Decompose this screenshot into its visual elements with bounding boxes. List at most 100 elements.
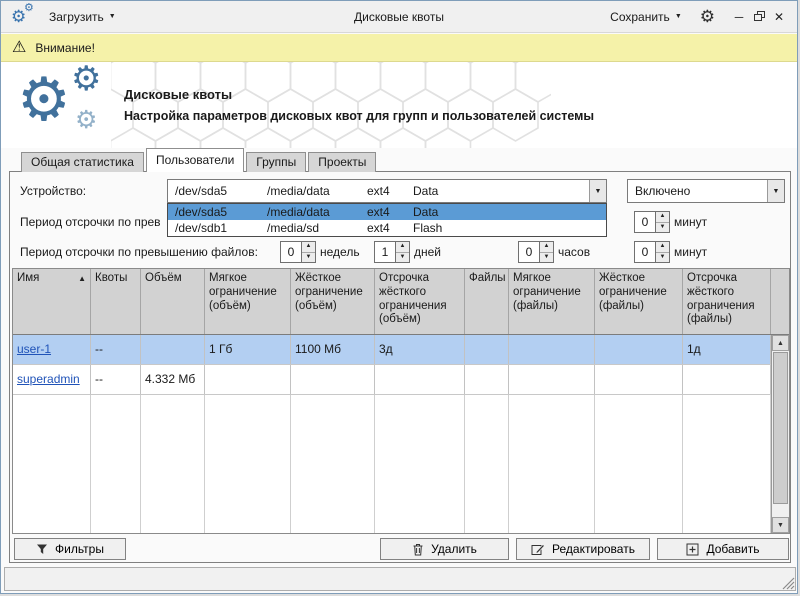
resize-grip[interactable] [781, 576, 795, 590]
cell-files [465, 335, 509, 364]
save-menu-label: Сохранить [610, 10, 670, 24]
column-header-quotas[interactable]: Квоты [91, 269, 141, 334]
cell-hard-files [595, 335, 683, 364]
restore-icon [754, 11, 765, 22]
cell-hard-files [595, 365, 683, 394]
spinner-up-icon[interactable]: ▲ [656, 212, 669, 223]
filters-button[interactable]: Фильтры [14, 538, 126, 560]
spinner-down-icon[interactable]: ▼ [540, 253, 553, 263]
app-window: ⚙ ⚙ Загрузить ▼ Дисковые квоты Сохранить… [0, 0, 798, 594]
hexagon-pattern [111, 62, 551, 148]
spinner-down-icon[interactable]: ▼ [396, 253, 409, 263]
spinner-down-icon[interactable]: ▼ [656, 253, 669, 263]
scrollbar-thumb[interactable] [773, 352, 788, 504]
column-header-files[interactable]: Файлы [465, 269, 509, 334]
scroll-up-icon[interactable]: ▲ [772, 335, 789, 351]
filter-icon [36, 543, 48, 555]
delete-button[interactable]: Удалить [380, 538, 509, 560]
cell-quotas: -- [91, 335, 141, 364]
tab-projects[interactable]: Проекты [308, 152, 376, 172]
grace-files-days-spinner[interactable]: 1 ▲ ▼ [374, 241, 410, 263]
empty-table-area [13, 395, 771, 533]
load-menu-button[interactable]: Загрузить ▼ [43, 6, 122, 28]
cell-soft-files [509, 365, 595, 394]
cell-hard-volume [291, 365, 375, 394]
spinner-down-icon[interactable]: ▼ [302, 253, 315, 263]
warning-text: Внимание! [35, 41, 95, 55]
quota-table: Имя ▲ Квоты Объём Мягкое ограничение (об… [12, 268, 790, 534]
spinner-value[interactable]: 0 [634, 241, 656, 263]
warning-banner: ⚠ Внимание! [1, 34, 797, 62]
device-dropdown-list: /dev/sda5 /media/data ext4 Data /dev/sdb… [167, 203, 607, 237]
device-mount: /media/data [267, 184, 367, 198]
spinner-up-icon[interactable]: ▲ [302, 242, 315, 253]
edit-button[interactable]: Редактировать [516, 538, 650, 560]
column-header-soft-volume[interactable]: Мягкое ограничение (объём) [205, 269, 291, 334]
spinner-value[interactable]: 0 [518, 241, 540, 263]
spinner-up-icon[interactable]: ▲ [540, 242, 553, 253]
cell-soft-files [509, 335, 595, 364]
grace-files-hours-spinner[interactable]: 0 ▲ ▼ [518, 241, 554, 263]
gear-icon: ⚙ [17, 70, 71, 130]
spinner-value[interactable]: 1 [374, 241, 396, 263]
gear-icon: ⚙ [71, 62, 101, 96]
combo-arrow-icon[interactable]: ▼ [589, 180, 606, 202]
status-value: Включено [628, 184, 767, 198]
spinner-value[interactable]: 0 [280, 241, 302, 263]
spinner-up-icon[interactable]: ▲ [656, 242, 669, 253]
status-bar [4, 567, 796, 591]
hours-unit-label: часов [558, 245, 590, 259]
dropdown-option-sda5[interactable]: /dev/sda5 /media/data ext4 Data [168, 204, 606, 220]
close-button[interactable]: ✕ [769, 7, 789, 27]
column-header-grace-files[interactable]: Отсрочка жёсткого ограничения (файлы) [683, 269, 771, 334]
save-menu-button[interactable]: Сохранить ▼ [604, 6, 688, 28]
cell-soft-volume [205, 365, 291, 394]
dropdown-option-sdb1[interactable]: /dev/sdb1 /media/sd ext4 Flash [168, 220, 606, 236]
users-tab-panel: Устройство: /dev/sda5 /media/data ext4 D… [9, 171, 791, 563]
cell-quotas: -- [91, 365, 141, 394]
grace-files-weeks-spinner[interactable]: 0 ▲ ▼ [280, 241, 316, 263]
grace-files-minutes-spinner[interactable]: 0 ▲ ▼ [634, 241, 670, 263]
spinner-value[interactable]: 0 [634, 211, 656, 233]
days-unit-label: дней [414, 245, 441, 259]
device-name: Data [413, 184, 589, 198]
settings-gear-icon[interactable]: ⚙ [700, 8, 715, 25]
table-row-superadmin[interactable]: superadmin -- 4.332 Мб [13, 365, 771, 395]
column-header-soft-files[interactable]: Мягкое ограничение (файлы) [509, 269, 595, 334]
user-link[interactable]: superadmin [17, 372, 80, 386]
tab-groups[interactable]: Группы [246, 152, 306, 172]
status-combobox[interactable]: Включено ▼ [627, 179, 785, 203]
spinner-down-icon[interactable]: ▼ [656, 223, 669, 233]
scroll-down-icon[interactable]: ▼ [772, 517, 789, 533]
vertical-scrollbar[interactable]: ▲ ▼ [771, 335, 789, 533]
tab-users[interactable]: Пользователи [146, 148, 244, 172]
table-header-row: Имя ▲ Квоты Объём Мягкое ограничение (об… [13, 269, 789, 335]
grace-volume-minutes-spinner[interactable]: 0 ▲ ▼ [634, 211, 670, 233]
load-menu-label: Загрузить [49, 10, 104, 24]
tab-general-statistics[interactable]: Общая статистика [21, 152, 144, 172]
cell-volume: 4.332 Мб [141, 365, 205, 394]
device-combobox[interactable]: /dev/sda5 /media/data ext4 Data ▼ [167, 179, 607, 203]
spinner-up-icon[interactable]: ▲ [396, 242, 409, 253]
column-header-grace-volume[interactable]: Отсрочка жёсткого ограничения (объём) [375, 269, 465, 334]
weeks-unit-label: недель [320, 245, 360, 259]
page-title: Дисковые квоты [124, 87, 232, 102]
column-header-hard-volume[interactable]: Жёсткое ограничение (объём) [291, 269, 375, 334]
maximize-button[interactable] [749, 7, 769, 27]
minutes-unit-label: минут [674, 215, 707, 229]
chevron-down-icon: ▼ [675, 13, 682, 20]
table-row-user-1[interactable]: user-1 -- 1 Гб 1100 Мб 3д 1д [13, 335, 771, 365]
add-button[interactable]: Добавить [657, 538, 789, 560]
trash-icon [412, 543, 424, 556]
user-link[interactable]: user-1 [17, 342, 51, 356]
device-dev: /dev/sda5 [175, 184, 267, 198]
minimize-button[interactable]: ─ [729, 7, 749, 27]
column-header-hard-files[interactable]: Жёсткое ограничение (файлы) [595, 269, 683, 334]
column-header-volume[interactable]: Объём [141, 269, 205, 334]
grace-files-label: Период отсрочки по превышению файлов: [20, 245, 258, 259]
combo-arrow-icon[interactable]: ▼ [767, 180, 784, 202]
column-header-name[interactable]: Имя ▲ [13, 269, 91, 334]
scrollbar-track[interactable] [772, 351, 789, 517]
chevron-down-icon: ▼ [109, 13, 116, 20]
cell-grace-files: 1д [683, 335, 771, 364]
